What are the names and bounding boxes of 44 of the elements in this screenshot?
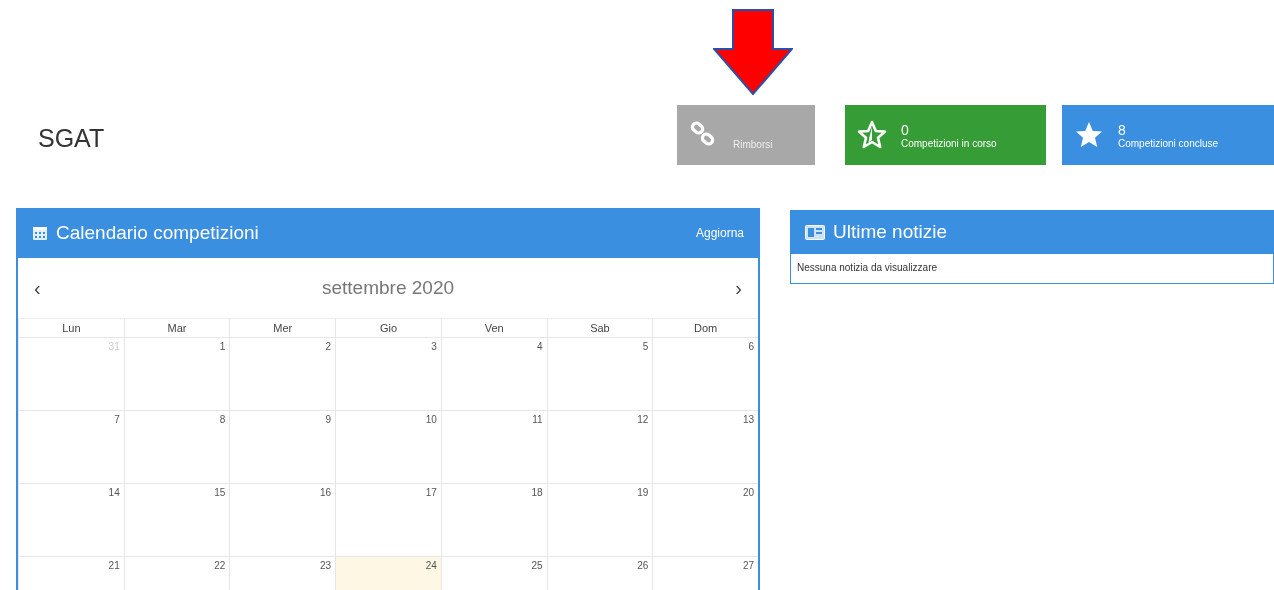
- day-cell[interactable]: 27: [652, 556, 758, 590]
- weekday-header: Dom: [652, 318, 758, 337]
- day-cell[interactable]: 21: [18, 556, 124, 590]
- weekday-header: Sab: [546, 318, 653, 337]
- previous-month-button[interactable]: ‹: [30, 276, 45, 300]
- app-title: SGAT: [38, 124, 106, 153]
- day-cell[interactable]: 25: [440, 556, 547, 590]
- day-cell[interactable]: 5: [546, 337, 653, 410]
- weekday-header: Lun: [18, 318, 124, 337]
- calendar-icon: [32, 225, 48, 241]
- day-cell[interactable]: 20: [652, 483, 758, 556]
- day-cell[interactable]: 18: [440, 483, 547, 556]
- stat-tile[interactable]: 0 Competizioni in corso: [845, 105, 1046, 165]
- day-cell[interactable]: 14: [18, 483, 124, 556]
- panel-title: Ultime notizie: [833, 221, 949, 243]
- day-cell[interactable]: 24: [335, 556, 441, 590]
- day-cell[interactable]: 16: [229, 483, 336, 556]
- day-cell[interactable]: 7: [18, 410, 124, 483]
- newspaper-icon: [805, 224, 825, 240]
- day-cell[interactable]: 2: [229, 337, 336, 410]
- month-title: settembre 2020: [321, 277, 455, 299]
- panel-title: Calendario competizioni: [56, 222, 260, 244]
- day-cell[interactable]: 10: [335, 410, 441, 483]
- star-icon: [1074, 120, 1104, 150]
- day-cell[interactable]: 4: [440, 337, 547, 410]
- empty-news-message: Nessuna notizia da visualizzare: [796, 261, 939, 275]
- day-cell[interactable]: 3: [335, 337, 441, 410]
- day-cell[interactable]: 12: [546, 410, 653, 483]
- weekday-header: Mar: [123, 318, 230, 337]
- weekday-header: Gio: [335, 318, 441, 337]
- day-cell[interactable]: 19: [546, 483, 653, 556]
- next-month-button[interactable]: ›: [731, 276, 746, 300]
- day-cell[interactable]: 1: [123, 337, 230, 410]
- day-cell[interactable]: 13: [652, 410, 758, 483]
- weekday-header: Ven: [440, 318, 547, 337]
- day-cell[interactable]: 22: [123, 556, 230, 590]
- day-cell[interactable]: 6: [652, 337, 758, 410]
- day-cell[interactable]: 8: [123, 410, 230, 483]
- star-outline-icon: [857, 120, 887, 150]
- weekday-header: Mer: [229, 318, 336, 337]
- day-cell[interactable]: 26: [546, 556, 653, 590]
- day-cell[interactable]: 15: [123, 483, 230, 556]
- day-cell[interactable]: 9: [229, 410, 336, 483]
- day-cell[interactable]: 11: [440, 410, 547, 483]
